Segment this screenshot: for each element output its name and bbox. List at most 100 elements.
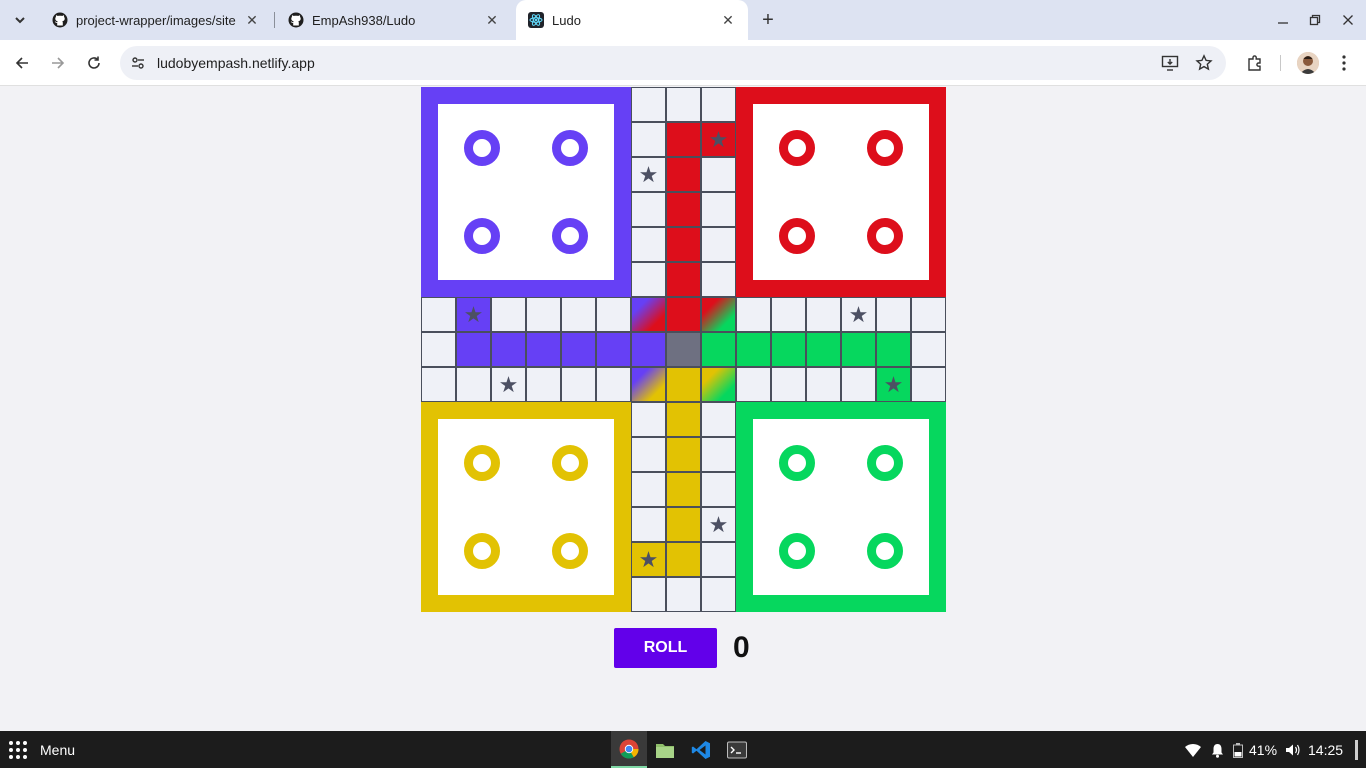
safe-star-icon: ★ (708, 126, 729, 152)
track-cell (491, 332, 526, 367)
files-app-icon[interactable] (647, 731, 683, 768)
show-desktop-icon[interactable] (1352, 740, 1362, 760)
center-cell (631, 367, 666, 402)
home-yard (438, 104, 614, 280)
track-cell (666, 157, 701, 192)
close-tab-icon[interactable]: ✕ (242, 10, 262, 30)
center-cell (666, 297, 701, 332)
track-cell: ★ (631, 157, 666, 192)
green-token[interactable] (867, 533, 903, 569)
track-cell (841, 332, 876, 367)
red-token[interactable] (779, 218, 815, 254)
restore-icon[interactable] (1303, 8, 1327, 32)
wifi-icon[interactable] (1184, 740, 1202, 760)
dice-value: 0 (733, 631, 750, 664)
new-tab-icon[interactable]: + (756, 8, 780, 32)
battery-icon[interactable] (1232, 740, 1244, 760)
track-cell (596, 297, 631, 332)
track-cell (701, 577, 736, 612)
track-cell (631, 192, 666, 227)
blue-token[interactable] (464, 218, 500, 254)
red-token[interactable] (867, 130, 903, 166)
yellow-token[interactable] (552, 533, 588, 569)
yellow-token[interactable] (552, 445, 588, 481)
notification-bell-icon[interactable] (1209, 740, 1225, 760)
home-blue (421, 87, 631, 297)
track-cell (526, 367, 561, 402)
track-cell (701, 437, 736, 472)
center-cell (631, 297, 666, 332)
track-cell (561, 332, 596, 367)
track-cell (666, 437, 701, 472)
tab-ludo[interactable]: Ludo ✕ (516, 0, 748, 40)
minimize-icon[interactable] (1271, 8, 1295, 32)
back-icon[interactable] (10, 51, 34, 75)
bookmark-star-icon[interactable] (1194, 53, 1214, 73)
track-cell: ★ (876, 367, 911, 402)
safe-star-icon: ★ (708, 511, 729, 537)
url-text[interactable]: ludobyempash.netlify.app (157, 55, 315, 71)
github-icon (288, 12, 304, 28)
install-app-icon[interactable] (1160, 53, 1180, 73)
close-window-icon[interactable] (1336, 8, 1360, 32)
center-cell (701, 297, 736, 332)
red-token[interactable] (867, 218, 903, 254)
yellow-token[interactable] (464, 533, 500, 569)
menu-label[interactable]: Menu (40, 742, 75, 758)
home-yard (438, 419, 614, 595)
tab-title: EmpAsh938/Ludo (312, 12, 416, 28)
track-cell (631, 227, 666, 262)
green-token[interactable] (779, 533, 815, 569)
tab-separator (274, 12, 275, 28)
site-info-icon[interactable] (128, 53, 148, 73)
volume-icon[interactable] (1284, 740, 1302, 760)
close-tab-icon[interactable]: ✕ (718, 10, 738, 30)
track-cell (806, 297, 841, 332)
track-cell (666, 577, 701, 612)
blue-token[interactable] (552, 218, 588, 254)
github-icon (52, 12, 68, 28)
blue-token[interactable] (552, 130, 588, 166)
chevron-down-icon (15, 17, 25, 24)
track-cell (631, 507, 666, 542)
home-yellow (421, 402, 631, 612)
roll-button[interactable]: ROLL (614, 628, 717, 668)
track-cell: ★ (456, 297, 491, 332)
red-token[interactable] (779, 130, 815, 166)
tab-empash-ludo[interactable]: EmpAsh938/Ludo ✕ (276, 0, 512, 40)
green-token[interactable] (867, 445, 903, 481)
profile-avatar[interactable] (1297, 52, 1319, 74)
track-cell (736, 367, 771, 402)
tab-search-button[interactable] (8, 8, 32, 32)
track-cell (911, 367, 946, 402)
reload-icon[interactable] (82, 51, 106, 75)
chrome-app-icon[interactable] (611, 731, 647, 768)
track-cell (561, 297, 596, 332)
forward-icon[interactable] (46, 51, 70, 75)
home-yard (753, 419, 929, 595)
track-cell (421, 367, 456, 402)
vscode-app-icon[interactable] (683, 731, 719, 768)
yellow-token[interactable] (464, 445, 500, 481)
green-token[interactable] (779, 445, 815, 481)
track-cell (666, 542, 701, 577)
center-cell (701, 332, 736, 367)
address-bar[interactable]: ludobyempash.netlify.app (120, 46, 1226, 80)
track-cell (666, 402, 701, 437)
close-tab-icon[interactable]: ✕ (482, 10, 502, 30)
track-cell (491, 297, 526, 332)
tab-project-wrapper[interactable]: project-wrapper/images/site ✕ (40, 0, 272, 40)
track-cell (876, 297, 911, 332)
react-icon (528, 12, 544, 28)
track-cell (526, 297, 561, 332)
center-cell (666, 367, 701, 402)
extensions-icon[interactable] (1243, 51, 1267, 75)
track-cell: ★ (841, 297, 876, 332)
track-cell (701, 262, 736, 297)
blue-token[interactable] (464, 130, 500, 166)
terminal-app-icon[interactable] (719, 731, 755, 768)
track-cell: ★ (701, 507, 736, 542)
track-cell (701, 192, 736, 227)
more-menu-icon[interactable] (1332, 51, 1356, 75)
app-grid-icon[interactable] (8, 740, 28, 760)
